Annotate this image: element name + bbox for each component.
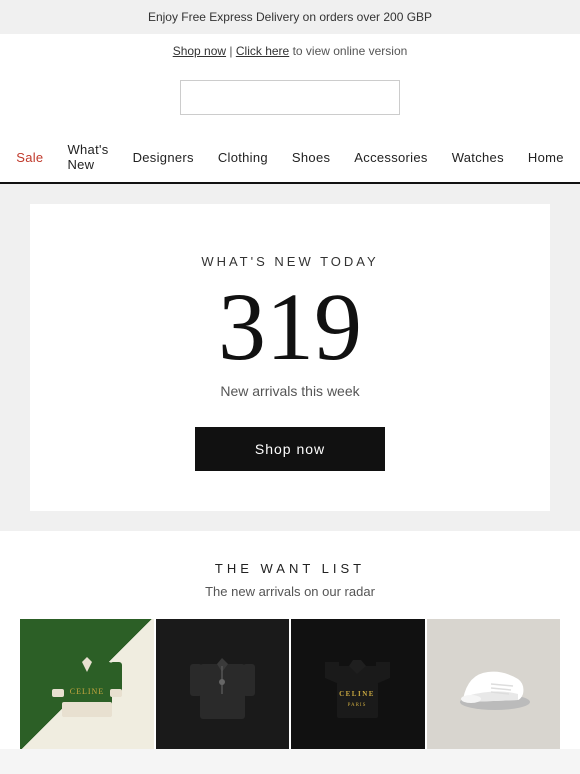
online-version-text: to view online version	[293, 44, 408, 58]
product-item-4[interactable]	[427, 619, 561, 749]
want-list-section: THE WANT LIST The new arrivals on our ra…	[0, 531, 580, 749]
banner-text: Enjoy Free Express Delivery on orders ov…	[148, 10, 432, 24]
product-item-1[interactable]: CELINE	[20, 619, 154, 749]
hero-card: WHAT'S NEW TODAY 319 New arrivals this w…	[30, 204, 550, 511]
pullover-icon	[190, 644, 255, 724]
hero-subtitle: WHAT'S NEW TODAY	[70, 254, 510, 269]
logo-area	[0, 68, 580, 132]
nav-item-sale[interactable]: Sale	[16, 150, 43, 165]
main-content: WHAT'S NEW TODAY 319 New arrivals this w…	[0, 184, 580, 531]
want-list-subtitle: The new arrivals on our radar	[20, 584, 560, 599]
main-nav: Sale What's New Designers Clothing Shoes…	[0, 132, 580, 184]
tshirt-icon: CELINE PARIS	[325, 644, 390, 724]
nav-item-whats-new[interactable]: What's New	[67, 142, 108, 172]
nav-item-shoes[interactable]: Shoes	[292, 150, 330, 165]
links-bar: Shop now | Click here to view online ver…	[0, 34, 580, 68]
product-grid: CELINE	[20, 619, 560, 749]
product-item-2[interactable]	[156, 619, 290, 749]
top-banner: Enjoy Free Express Delivery on orders ov…	[0, 0, 580, 34]
nav-item-clothing[interactable]: Clothing	[218, 150, 268, 165]
svg-text:CELINE: CELINE	[339, 690, 375, 698]
shop-now-link[interactable]: Shop now	[173, 44, 226, 58]
svg-text:CELINE: CELINE	[70, 687, 104, 696]
hero-shop-now-button[interactable]: Shop now	[195, 427, 385, 471]
hero-description: New arrivals this week	[70, 383, 510, 399]
svg-text:PARIS: PARIS	[348, 703, 367, 708]
logo[interactable]	[180, 80, 400, 115]
jacket-icon: CELINE	[52, 642, 122, 727]
hero-number: 319	[70, 279, 510, 375]
product-item-3[interactable]: CELINE PARIS	[291, 619, 425, 749]
shoe-icon	[453, 654, 533, 714]
nav-item-accessories[interactable]: Accessories	[354, 150, 427, 165]
nav-item-watches[interactable]: Watches	[452, 150, 504, 165]
click-here-link[interactable]: Click here	[236, 44, 289, 58]
nav-item-designers[interactable]: Designers	[133, 150, 194, 165]
want-list-title: THE WANT LIST	[20, 561, 560, 576]
nav-item-home[interactable]: Home	[528, 150, 564, 165]
